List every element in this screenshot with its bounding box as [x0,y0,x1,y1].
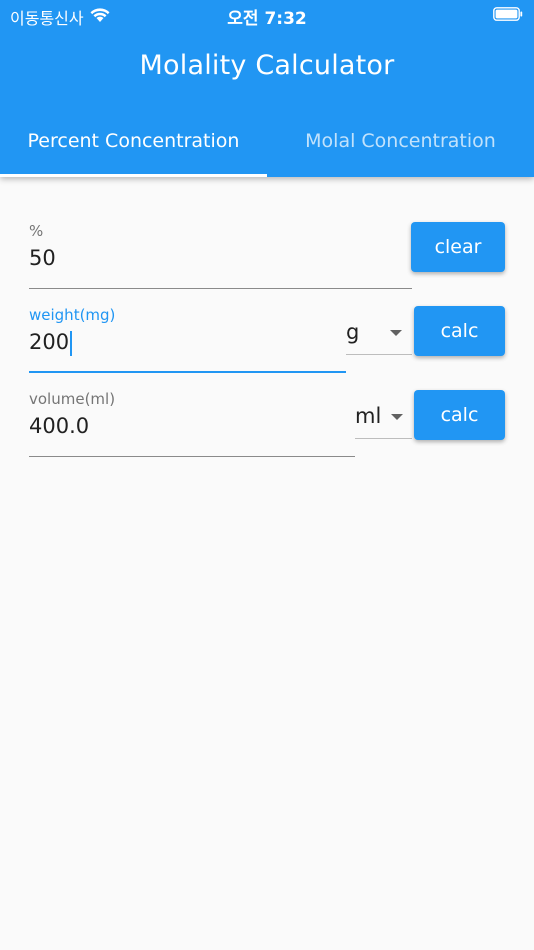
volume-field[interactable]: volume(ml) [29,390,355,458]
chevron-down-icon [390,330,402,336]
clear-button[interactable]: clear [411,222,505,272]
percent-label: % [29,222,44,240]
volume-label: volume(ml) [29,390,116,408]
volume-unit-underline [355,438,412,439]
weight-label: weight(mg) [29,306,116,324]
percent-field[interactable]: % [29,222,412,290]
tab-bar: Percent Concentration Molal Concentratio… [0,104,534,177]
volume-unit-dropdown[interactable]: ml [355,404,412,440]
weight-underline [29,371,346,373]
percent-input[interactable] [29,246,399,270]
tab-molal-concentration[interactable]: Molal Concentration [267,104,534,177]
status-time: 오전 7:32 [227,9,307,29]
percent-underline [29,288,412,289]
tab-percent-concentration[interactable]: Percent Concentration [0,104,267,177]
weight-unit-underline [346,354,412,355]
text-cursor [70,331,72,356]
volume-underline [29,456,355,457]
weight-unit-dropdown[interactable]: g [346,320,412,356]
status-bar: 이동통신사 오전 7:32 [0,0,534,30]
weight-field[interactable]: weight(mg) [29,306,346,374]
volume-input[interactable] [29,414,339,438]
page-title: Molality Calculator [139,50,395,81]
weight-input[interactable] [29,330,329,354]
calc-volume-button[interactable]: calc [414,390,505,440]
weight-unit-value: g [346,320,360,344]
battery-icon [493,7,523,21]
calc-weight-button[interactable]: calc [414,306,505,356]
tab-indicator [0,174,267,177]
app-bar: 이동통신사 오전 7:32 Molality Calculator Percen… [0,0,534,177]
chevron-down-icon [391,414,403,420]
volume-unit-value: ml [355,404,382,428]
